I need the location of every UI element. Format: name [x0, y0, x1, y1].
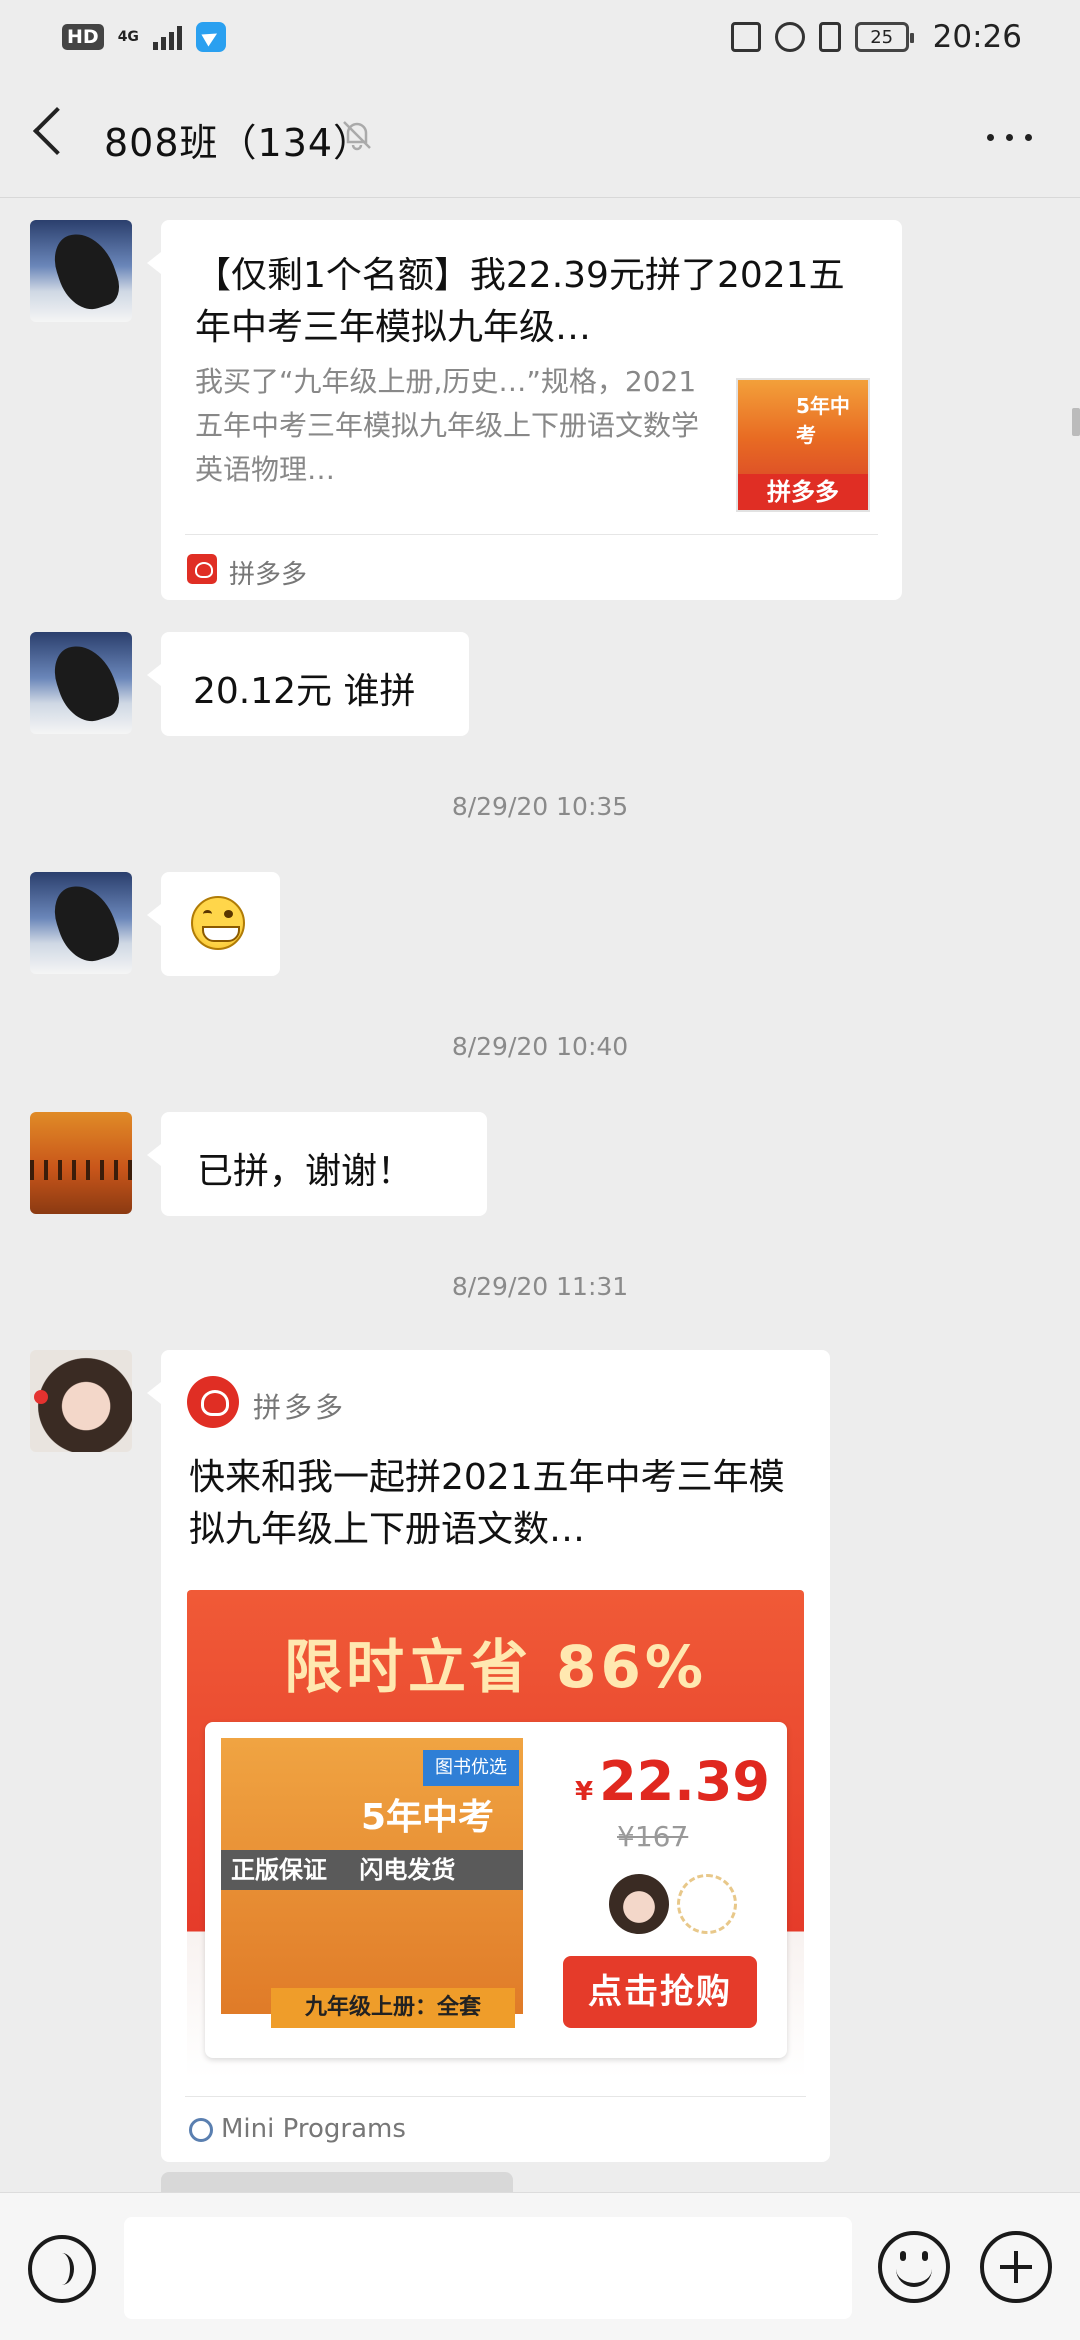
pinduoduo-logo-icon [187, 554, 217, 584]
mini-program-card[interactable]: 拼多多 快来和我一起拼2021五年中考三年模拟九年级上下册语文数… 限时立省 8… [147, 1350, 830, 2162]
mini-program-title: 快来和我一起拼2021五年中考三年模拟九年级上下册语文数… [189, 1457, 785, 1550]
empty-slot-icon [677, 1874, 737, 1934]
divider [185, 2096, 806, 2097]
book-volume-label: 九年级上册：全套 [271, 1988, 515, 2028]
book-title: 5年中考 [361, 1797, 495, 1838]
scrollbar[interactable] [1072, 408, 1080, 436]
input-bar [0, 2192, 1080, 2340]
buyer-avatar [609, 1874, 669, 1934]
group-buyers [609, 1874, 737, 1934]
book-features: 正版保证 闪电发货 [221, 1850, 523, 1890]
buy-now-button[interactable]: 点击抢购 [563, 1956, 757, 2028]
mini-program-label: Mini Programs [221, 2114, 406, 2144]
avatar[interactable] [30, 872, 132, 974]
notification-app-icon [195, 22, 226, 52]
price-value: 22.39 [599, 1750, 770, 1813]
link-card[interactable]: 【仅剩1个名额】我22.39元拼了2021五年中考三年模拟九年级… 我买了“九年… [147, 220, 902, 600]
chat-history[interactable]: 【仅剩1个名额】我22.39元拼了2021五年中考三年模拟九年级… 我买了“九年… [0, 198, 1080, 2198]
timestamp: 8/29/20 10:40 [451, 1032, 629, 1061]
product-panel: 图书优选 5年中考 正版保证 闪电发货 九年级上册：全套 ¥22.39 ¥167… [205, 1722, 787, 2058]
card-description: 我买了“九年级上册,历史…”规格，2021五年中考三年模拟九年级上下册语文数学英… [195, 365, 700, 486]
original-price: ¥167 [617, 1820, 689, 1853]
avatar[interactable] [30, 1350, 132, 1452]
voice-input-icon[interactable] [28, 2235, 96, 2303]
message-bubble[interactable] [147, 872, 280, 976]
back-icon[interactable] [32, 106, 82, 156]
product-banner[interactable]: 限时立省 86% 图书优选 5年中考 正版保证 闪电发货 九年级上册：全套 ¥2… [187, 1590, 804, 2078]
chat-header: 808班（134） [0, 74, 1080, 198]
emoji-icon[interactable] [878, 2231, 950, 2303]
battery-icon: 25 [854, 22, 914, 52]
network-type: 4G [117, 29, 139, 45]
status-right: 25 20:26 [730, 19, 1022, 55]
avatar[interactable] [30, 220, 132, 322]
more-options-icon[interactable] [987, 134, 1032, 141]
message-text: 20.12元 谁拼 [193, 671, 416, 712]
timestamp: 8/29/20 11:31 [451, 1272, 629, 1301]
divider [185, 534, 878, 535]
message-bubble[interactable]: 20.12元 谁拼 [147, 632, 469, 736]
avatar[interactable] [30, 1112, 132, 1214]
message-text: 已拼，谢谢！ [197, 1151, 414, 1192]
card-thumbnail: 5年中考 拼多多 [736, 378, 870, 512]
card-title: 【仅剩1个名额】我22.39元拼了2021五年中考三年模拟九年级… [195, 255, 845, 348]
status-bar: HD 4G 25 20:26 [0, 0, 1080, 74]
card-source: 拼多多 [229, 560, 308, 590]
book-cover-image: 图书优选 5年中考 正版保证 闪电发货 [221, 1738, 523, 2014]
signal-icon [152, 24, 182, 50]
timestamp: 8/29/20 10:35 [451, 792, 629, 821]
status-time: 20:26 [932, 19, 1022, 55]
thumbnail-text: 5年中考 [796, 394, 850, 447]
mini-program-icon [189, 2118, 213, 2142]
mute-bell-icon [343, 121, 371, 151]
pinduoduo-logo-icon [187, 1376, 239, 1428]
book-tag: 图书优选 [423, 1750, 519, 1786]
status-left: HD 4G [62, 22, 226, 52]
thumbnail-brand: 拼多多 [738, 474, 868, 510]
message-bubble[interactable]: 已拼，谢谢！ [147, 1112, 487, 1216]
nfc-icon [730, 22, 761, 52]
currency-symbol: ¥ [575, 1777, 594, 1807]
alarm-icon [774, 22, 805, 52]
message-input[interactable] [124, 2217, 852, 2319]
product-price: ¥22.39 [575, 1750, 770, 1813]
add-attachment-icon[interactable] [980, 2231, 1052, 2303]
avatar[interactable] [30, 632, 132, 734]
grinning-face-icon [191, 896, 245, 950]
chat-title: 808班（134） [104, 121, 373, 165]
vibrate-icon [818, 22, 841, 52]
banner-headline: 限时立省 86% [283, 1633, 708, 1701]
hd-badge: HD [62, 24, 104, 50]
mini-program-source: 拼多多 [253, 1391, 347, 1424]
